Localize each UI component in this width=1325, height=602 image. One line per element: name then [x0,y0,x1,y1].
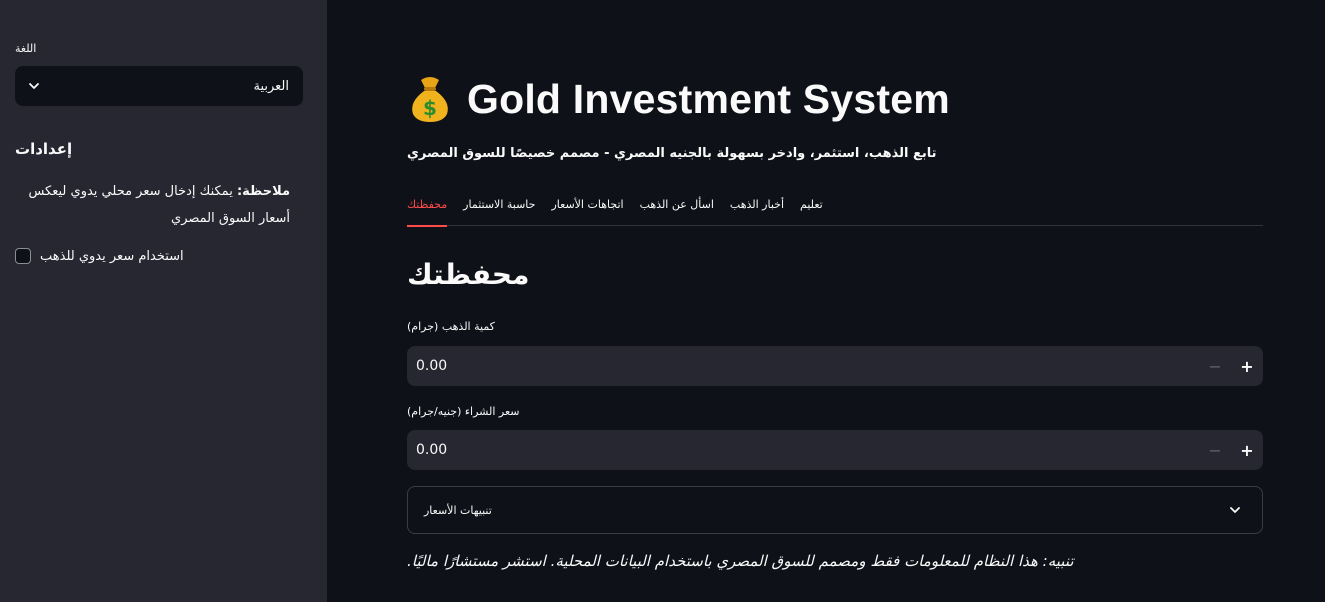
tab-gold-news[interactable]: أخبار الذهب [730,188,784,226]
buy-price-stepper: − + [1199,430,1263,470]
buy-price-label: سعر الشراء (جنيه/جرام) [407,405,520,418]
note-bold: ملاحظة: [236,184,290,199]
tab-bar: محفظتك حاسبة الاستثمار اتجاهات الأسعار ا… [407,188,1263,227]
app-title: Gold Investment System [467,75,950,122]
language-select-value: العربية [253,78,289,94]
tab-investment-calculator[interactable]: حاسبة الاستثمار [463,188,535,226]
tab-price-trends[interactable]: اتجاهات الأسعار [551,188,623,226]
settings-note: ملاحظة: يمكنك إدخال سعر محلي يدوي ليعكس … [15,178,290,232]
buy-price-value[interactable]: 0.00 [416,442,447,458]
manual-price-checkbox-row[interactable]: استخدام سعر يدوي للذهب [15,248,184,264]
svg-text:$: $ [423,96,437,120]
gold-amount-value[interactable]: 0.00 [416,358,447,374]
language-select[interactable]: العربية [15,66,303,106]
chevron-down-icon [27,79,41,93]
language-label: اللغة [15,42,37,55]
tab-education[interactable]: تعليم [800,188,823,226]
gold-amount-label: كمية الذهب (جرام) [407,320,495,333]
gold-amount-stepper: − + [1199,346,1263,386]
decrement-button[interactable]: − [1199,346,1231,386]
manual-price-label: استخدام سعر يدوي للذهب [40,248,184,264]
price-alerts-expander[interactable]: تنبيهات الأسعار [407,486,1263,534]
decrement-button[interactable]: − [1199,430,1231,470]
tab-ask-about-gold[interactable]: اسأل عن الذهب [640,188,714,226]
buy-price-input[interactable]: 0.00 − + [407,430,1263,470]
main-content: $ Gold Investment System تابع الذهب، است… [407,0,1263,602]
tab-portfolio[interactable]: محفظتك [407,188,448,227]
manual-price-checkbox[interactable] [15,248,31,264]
app-subtitle: تابع الذهب، استثمر، وادخر بسهولة بالجنيه… [407,146,937,161]
increment-button[interactable]: + [1231,430,1263,470]
settings-title: إعدادات [15,140,73,158]
chevron-down-icon [1228,503,1242,517]
disclaimer-text: .تنبيه: هذا النظام للمعلومات فقط ومصمم ل… [407,552,1074,570]
increment-button[interactable]: + [1231,346,1263,386]
gold-amount-input[interactable]: 0.00 − + [407,346,1263,386]
page-header: $ Gold Investment System [407,74,950,124]
sidebar: اللغة العربية إعدادات ملاحظة: يمكنك إدخا… [0,0,327,602]
money-bag-icon: $ [407,74,453,124]
section-title: محفظتك [407,258,530,291]
price-alerts-label: تنبيهات الأسعار [424,503,492,517]
